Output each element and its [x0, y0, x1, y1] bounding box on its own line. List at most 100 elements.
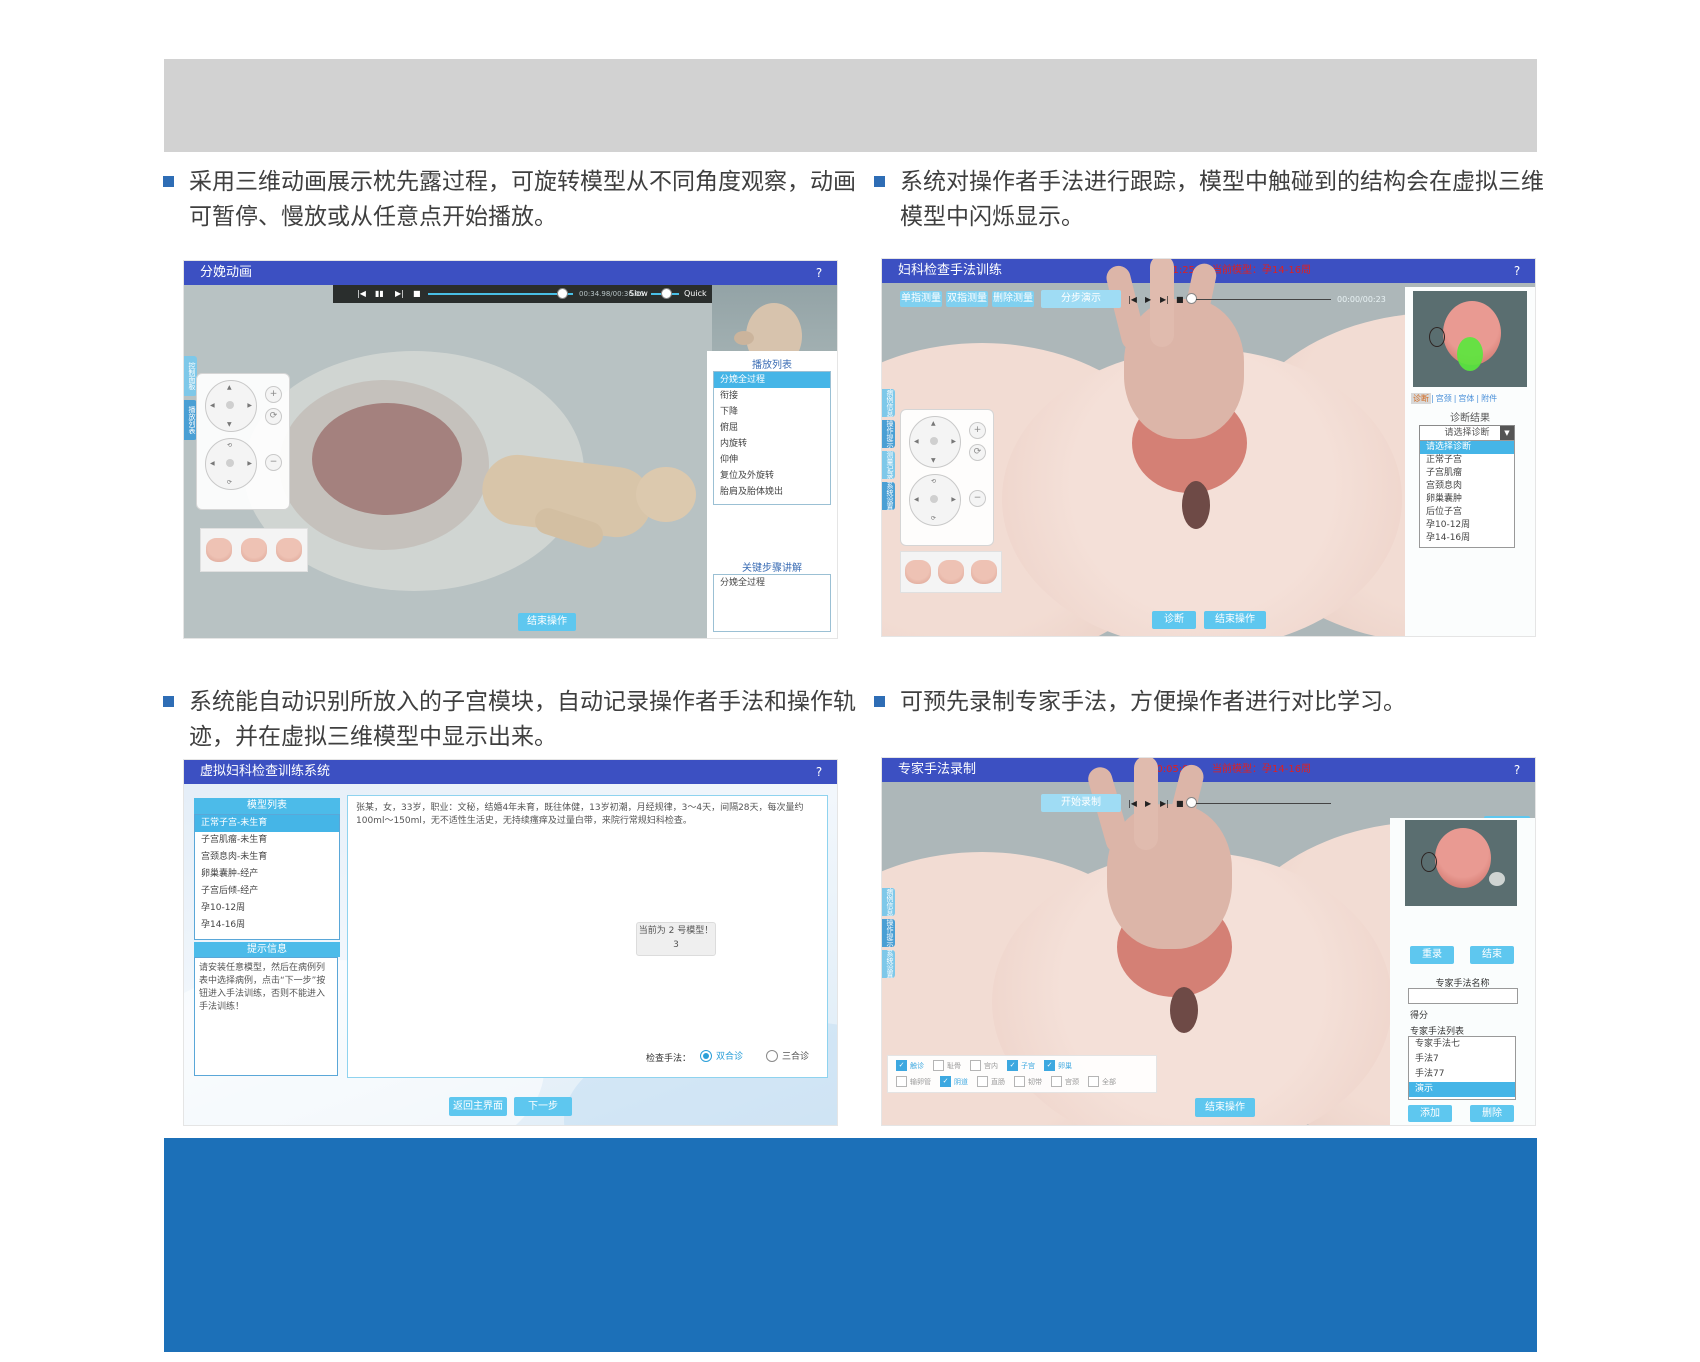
rotate-right-icon[interactable]: ▶ — [951, 496, 956, 503]
playlist-item[interactable]: 复位及外旋转 — [714, 468, 830, 484]
diagnose-button[interactable]: 诊断 — [1152, 611, 1196, 629]
skip-start-icon[interactable]: |◀ — [1128, 799, 1137, 808]
rotate-dpad[interactable]: ⟲ ⟳ ◀ ▶ — [909, 474, 961, 526]
skip-start-icon[interactable]: |◀ — [357, 289, 366, 298]
checkbox-icon[interactable]: ✓ — [940, 1076, 951, 1087]
seek-slider[interactable] — [1196, 803, 1331, 804]
playlist-item[interactable]: 衔接 — [714, 388, 830, 404]
technique-item[interactable]: 手法7 — [1409, 1052, 1515, 1067]
checkbox-ovary[interactable]: ✓卵巢 — [1044, 1060, 1072, 1071]
technique-item[interactable]: 手法77 — [1409, 1067, 1515, 1082]
pause-icon[interactable]: ▮▮ — [375, 289, 384, 298]
skip-end-icon[interactable]: ▶| — [1160, 295, 1169, 304]
playlist-item[interactable]: 仰伸 — [714, 452, 830, 468]
checkbox-icon[interactable]: ✓ — [896, 1060, 907, 1071]
seek-slider[interactable] — [428, 293, 573, 295]
diagnosis-option[interactable]: 孕10-12周 — [1420, 519, 1514, 532]
model-item[interactable]: 子宫后倾-经产 — [195, 883, 339, 900]
rotate-left-icon[interactable]: ◀ — [914, 496, 919, 503]
rotate-icon[interactable]: ⟳ — [969, 444, 986, 461]
checkbox-ligament[interactable]: 韧带 — [1014, 1076, 1042, 1087]
model-item[interactable]: 孕10-12周 — [195, 900, 339, 917]
double-finger-measure-button[interactable]: 双指测量 — [946, 291, 988, 307]
radio-icon[interactable] — [766, 1050, 778, 1062]
checkbox-rectum[interactable]: 直肠 — [977, 1076, 1005, 1087]
diagnosis-option[interactable]: 后位子宫 — [1420, 506, 1514, 519]
rotate-down-icon[interactable]: ⟳ — [931, 515, 936, 522]
model-item[interactable]: 子宫肌瘤-未生育 — [195, 832, 339, 849]
diagnosis-option[interactable]: 正常子宫 — [1420, 454, 1514, 467]
single-finger-measure-button[interactable]: 单指测量 — [900, 291, 942, 307]
model-thumb-2[interactable] — [938, 560, 964, 584]
skip-start-icon[interactable]: |◀ — [1128, 295, 1137, 304]
checkbox-fallopian[interactable]: 输卵管 — [896, 1076, 931, 1087]
zoom-in-icon[interactable]: + — [265, 386, 282, 403]
chevron-down-icon[interactable]: ▼ — [1500, 426, 1514, 441]
help-icon[interactable]: ? — [811, 261, 827, 285]
checkbox-intrauterine[interactable]: 宫内 — [970, 1060, 998, 1071]
model-item[interactable]: 宫颈息肉-未生育 — [195, 849, 339, 866]
model-thumb-1[interactable] — [206, 538, 232, 562]
play-icon[interactable]: ▶ — [1145, 799, 1151, 808]
tab-corpus[interactable]: 宫体 — [1456, 393, 1476, 404]
playlist-item[interactable]: 胎肩及胎体娩出 — [714, 484, 830, 500]
radio-bimanual[interactable]: 双合诊 — [700, 1049, 743, 1062]
model-item[interactable]: 正常子宫-未生育 — [195, 815, 339, 832]
pan-left-icon[interactable]: ◀ — [914, 438, 919, 445]
rotate-icon[interactable]: ⟳ — [265, 408, 282, 425]
rotate-down-icon[interactable]: ⟳ — [227, 479, 232, 486]
play-icon[interactable]: ▶ — [1145, 295, 1151, 304]
tab-cervix[interactable]: 宫颈 — [1434, 393, 1454, 404]
playlist-item[interactable]: 分娩全过程 — [714, 372, 830, 388]
start-record-button[interactable]: 开始录制 — [1041, 794, 1121, 812]
checkbox-icon[interactable] — [1014, 1076, 1025, 1087]
side-tab-record[interactable]: 测量记录 — [882, 451, 895, 479]
radio-icon[interactable] — [700, 1050, 712, 1062]
model-thumb-3[interactable] — [971, 560, 997, 584]
rotate-right-icon[interactable]: ▶ — [247, 460, 252, 467]
pan-right-icon[interactable]: ▶ — [247, 402, 252, 409]
checkbox-icon[interactable] — [977, 1076, 988, 1087]
checkbox-cervix[interactable]: 宫颈 — [1051, 1076, 1079, 1087]
diagnosis-option[interactable]: 卵巢囊肿 — [1420, 493, 1514, 506]
help-icon[interactable]: ? — [1509, 259, 1525, 283]
skip-end-icon[interactable]: ▶| — [395, 289, 404, 298]
checkbox-pubis[interactable]: 耻骨 — [933, 1060, 961, 1071]
checkbox-icon[interactable] — [970, 1060, 981, 1071]
checkbox-icon[interactable]: ✓ — [1044, 1060, 1055, 1071]
uterus-thumbnail[interactable] — [1405, 820, 1517, 906]
model-item[interactable]: 孕14-16周 — [195, 917, 339, 934]
seek-handle[interactable] — [557, 288, 568, 299]
zoom-in-icon[interactable]: + — [969, 422, 986, 439]
model-thumb-2[interactable] — [241, 538, 267, 562]
delete-button[interactable]: 删除 — [1470, 1105, 1514, 1122]
playlist-item[interactable]: 下降 — [714, 404, 830, 420]
side-tab-case[interactable]: 病例信息 — [882, 888, 895, 916]
back-home-button[interactable]: 返回主界面 — [449, 1097, 507, 1116]
pan-left-icon[interactable]: ◀ — [210, 402, 215, 409]
finish-button[interactable]: 结束 — [1470, 946, 1514, 964]
checkbox-icon[interactable] — [896, 1076, 907, 1087]
rerecord-button[interactable]: 重录 — [1410, 946, 1454, 964]
zoom-out-icon[interactable]: − — [265, 454, 282, 471]
diagnosis-option[interactable]: 请选择诊断 — [1420, 441, 1514, 454]
checkbox-palpation[interactable]: ✓触诊 — [896, 1060, 924, 1071]
help-icon[interactable]: ? — [1509, 758, 1525, 782]
speed-handle[interactable] — [661, 288, 672, 299]
diagnosis-option[interactable]: 子宫肌瘤 — [1420, 467, 1514, 480]
rotate-up-icon[interactable]: ⟲ — [227, 442, 232, 449]
checkbox-icon[interactable]: ✓ — [1007, 1060, 1018, 1071]
checkbox-all[interactable]: 全部 — [1088, 1076, 1116, 1087]
end-operation-button[interactable]: 结束操作 — [1195, 1098, 1255, 1117]
model-thumb-3[interactable] — [276, 538, 302, 562]
technique-item[interactable]: 专家手法七 — [1409, 1037, 1515, 1052]
technique-name-input[interactable] — [1408, 988, 1518, 1004]
technique-item[interactable]: 演示 — [1409, 1082, 1515, 1097]
zoom-out-icon[interactable]: − — [969, 490, 986, 507]
model-item[interactable]: 卵巢囊肿-经产 — [195, 866, 339, 883]
end-operation-button[interactable]: 结束操作 — [1204, 611, 1266, 629]
checkbox-icon[interactable] — [1051, 1076, 1062, 1087]
pan-right-icon[interactable]: ▶ — [951, 438, 956, 445]
checkbox-vagina[interactable]: ✓阴道 — [940, 1076, 968, 1087]
diagnosis-option[interactable]: 孕14-16周 — [1420, 532, 1514, 545]
